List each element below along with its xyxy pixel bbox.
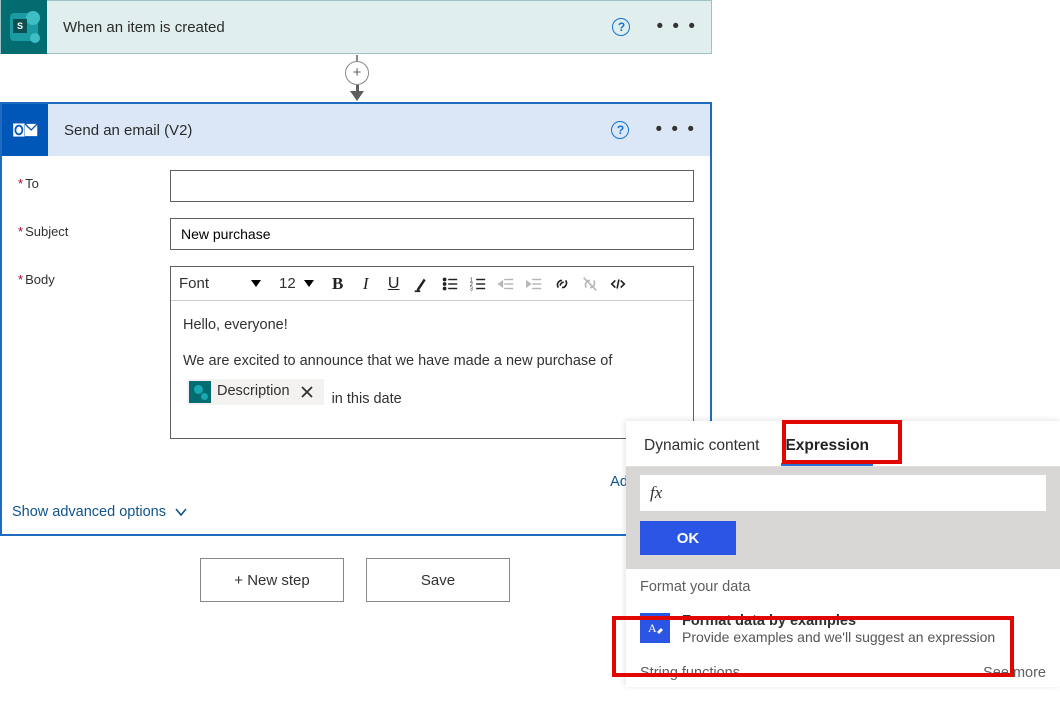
add-dynamic-content-link[interactable]: Add dynamic — [2, 463, 710, 490]
section-format-label: Format your data — [626, 569, 1060, 603]
format-icon: A — [640, 613, 670, 643]
outdent-icon[interactable] — [492, 268, 520, 300]
color-picker-icon[interactable] — [408, 268, 436, 300]
svg-text:A: A — [648, 621, 657, 635]
field-body: *Body Font 12 B I U — [18, 266, 694, 439]
ok-button[interactable]: OK — [640, 521, 736, 555]
unlink-icon[interactable] — [576, 268, 604, 300]
expression-panel: Dynamic content Expression fx OK Format … — [626, 421, 1060, 687]
footer-buttons: + New step Save — [200, 558, 510, 602]
indent-icon[interactable] — [520, 268, 548, 300]
remove-token-icon[interactable] — [296, 381, 318, 403]
connector: + — [344, 55, 370, 102]
rich-text-toolbar: Font 12 B I U — [171, 267, 693, 301]
underline-icon[interactable]: U — [380, 268, 408, 300]
action-header[interactable]: Send an email (V2) ? • • • — [2, 104, 710, 156]
body-text: We are excited to announce that we have … — [183, 351, 681, 373]
bold-icon[interactable]: B — [324, 268, 352, 300]
see-more-link[interactable]: See more — [983, 665, 1046, 681]
sharepoint-token-icon — [189, 381, 211, 403]
outlook-icon — [2, 104, 48, 156]
code-view-icon[interactable] — [604, 268, 632, 300]
show-advanced-options[interactable]: Show advanced options — [2, 490, 710, 534]
add-step-between-button[interactable]: + — [345, 61, 369, 85]
field-to: *To — [18, 170, 694, 202]
dynamic-token-description[interactable]: Description — [187, 379, 324, 405]
trigger-title: When an item is created — [63, 19, 225, 36]
field-subject: *Subject — [18, 218, 694, 250]
font-size-select[interactable]: 12 — [271, 268, 324, 300]
number-list-icon[interactable]: 1 2 3 — [464, 268, 492, 300]
tab-expression[interactable]: Expression — [781, 431, 873, 466]
trigger-card[interactable]: S When an item is created ? • • • — [0, 0, 712, 54]
link-icon[interactable] — [548, 268, 576, 300]
action-title: Send an email (V2) — [64, 122, 192, 139]
font-select[interactable]: Font — [171, 268, 271, 300]
action-card: Send an email (V2) ? • • • *To *Subject … — [0, 102, 712, 536]
arrow-down-icon — [350, 91, 364, 101]
bullet-list-icon[interactable] — [436, 268, 464, 300]
new-step-button[interactable]: + New step — [200, 558, 344, 602]
svg-text:3: 3 — [470, 286, 473, 292]
body-editor[interactable]: Hello, everyone! We are excited to annou… — [171, 301, 693, 438]
help-icon[interactable]: ? — [611, 121, 629, 139]
subject-input[interactable] — [170, 218, 694, 250]
chevron-down-icon — [174, 505, 188, 519]
section-string-functions: String functions — [640, 665, 740, 681]
body-text: Hello, everyone! — [183, 315, 681, 337]
expression-input[interactable]: fx — [640, 475, 1046, 511]
help-icon[interactable]: ? — [612, 18, 630, 36]
to-input[interactable] — [170, 170, 694, 202]
sharepoint-icon: S — [1, 0, 47, 54]
tab-dynamic-content[interactable]: Dynamic content — [640, 431, 763, 466]
save-button[interactable]: Save — [366, 558, 510, 602]
format-data-by-examples[interactable]: A Format data by examples Provide exampl… — [626, 603, 1060, 655]
italic-icon[interactable]: I — [352, 268, 380, 300]
